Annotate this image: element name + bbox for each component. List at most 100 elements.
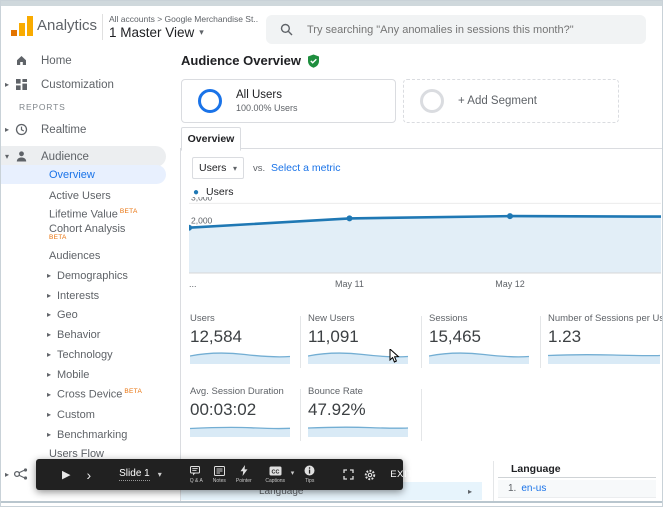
- metric-divider: [421, 389, 422, 441]
- chevron-down-icon: ▾: [199, 27, 204, 37]
- metric-card-sessions[interactable]: Sessions 15,465: [429, 313, 537, 364]
- sidebar-item-technology[interactable]: ▸ Technology: [1, 344, 166, 365]
- segment-detail: 100.00% Users: [236, 103, 298, 113]
- qa-button[interactable]: Q & A: [190, 465, 203, 484]
- sidebar-item-realtime[interactable]: ▸ Realtime: [1, 119, 166, 140]
- sidebar-item-audience[interactable]: ▾ Audience: [1, 146, 166, 167]
- metric-card-bounce-rate[interactable]: Bounce Rate 47.92%: [308, 386, 416, 437]
- chevron-right-icon: ▸: [47, 430, 52, 439]
- add-segment-label: + Add Segment: [458, 95, 537, 107]
- view-selector[interactable]: 1 Master View ▾: [109, 25, 204, 40]
- select-metric-link[interactable]: Select a metric: [271, 162, 340, 174]
- notes-button[interactable]: Notes: [213, 465, 226, 484]
- sidebar-item-geo[interactable]: ▸ Geo: [1, 304, 166, 325]
- sidebar-item-custom[interactable]: ▸ Custom: [1, 404, 166, 425]
- fullscreen-button[interactable]: [343, 469, 354, 480]
- tips-button[interactable]: Tips: [304, 465, 315, 484]
- window-bottom-edge: [1, 501, 662, 503]
- gear-icon: [365, 469, 376, 480]
- chevron-right-icon: ▸: [47, 310, 52, 319]
- next-slide-button[interactable]: ›: [86, 468, 91, 482]
- sidebar-item-audiences[interactable]: Audiences: [1, 245, 166, 266]
- page-title: Audience Overview: [181, 53, 320, 68]
- chevron-down-icon: ▾: [290, 469, 295, 477]
- app-header: Analytics All accounts > Google Merchand…: [1, 6, 662, 48]
- product-name: Analytics: [37, 17, 98, 34]
- svg-text:CC: CC: [271, 469, 279, 475]
- users-timeline-chart[interactable]: 1,0002,0003,000 ...May 11May 12: [189, 197, 661, 293]
- search-input[interactable]: [305, 22, 639, 37]
- language-value-link[interactable]: en-us: [521, 483, 546, 494]
- add-segment-button[interactable]: + Add Segment: [403, 79, 619, 123]
- sidebar-item-mobile[interactable]: ▸ Mobile: [1, 364, 166, 385]
- logo-bar: [19, 23, 25, 36]
- analytics-logo-icon[interactable]: [11, 14, 33, 36]
- chevron-down-icon: ▾: [232, 163, 237, 173]
- logo-bar: [11, 30, 17, 36]
- sidebar-item-active-users[interactable]: Active Users: [1, 185, 166, 206]
- sidebar-item-overview[interactable]: Overview: [1, 165, 166, 184]
- metric-divider: [300, 316, 301, 368]
- settings-button[interactable]: [364, 469, 376, 481]
- overview-card: Users ▾ vs. Select a metric ● Users 1,00…: [180, 148, 662, 501]
- tab-overview[interactable]: Overview: [181, 127, 241, 151]
- table-row[interactable]: 1. en-us: [498, 480, 656, 498]
- customization-icon: [16, 79, 27, 90]
- x-axis-label: ...: [189, 279, 197, 289]
- pointer-button[interactable]: Pointer: [236, 465, 252, 484]
- search-icon: [280, 23, 293, 36]
- sidebar-item-behavior[interactable]: ▸ Behavior: [1, 324, 166, 345]
- beta-badge: BETA: [119, 208, 138, 216]
- sidebar: Home ▸ Customization REPORTS ▸ Realtime …: [1, 47, 166, 503]
- sidebar-item-customization[interactable]: ▸ Customization: [1, 74, 166, 95]
- svg-text:3,000: 3,000: [191, 197, 213, 202]
- metric-divider: [421, 316, 422, 368]
- exit-button[interactable]: EXIT: [390, 469, 413, 480]
- metric-card-avg-session-duration[interactable]: Avg. Session Duration 00:03:02: [190, 386, 298, 437]
- captions-button[interactable]: CC Captions ▾: [262, 466, 295, 484]
- slide-selector[interactable]: Slide 1 ▾: [119, 468, 162, 481]
- sidebar-item-benchmarking[interactable]: ▸ Benchmarking: [1, 424, 166, 445]
- view-name: 1 Master View: [109, 25, 195, 40]
- language-table-header: Language: [511, 463, 561, 475]
- sidebar-item-demographics[interactable]: ▸ Demographics: [1, 265, 166, 286]
- sidebar-item-interests[interactable]: ▸ Interests: [1, 285, 166, 306]
- chevron-right-icon: ▸: [47, 330, 52, 339]
- breadcrumb[interactable]: All accounts > Google Merchandise St..: [109, 14, 258, 24]
- metric-dropdown[interactable]: Users ▾: [192, 157, 244, 179]
- chart-plot: 1,0002,0003,000: [189, 197, 661, 274]
- chevron-right-icon: ▸: [5, 125, 10, 134]
- segment-all-users[interactable]: All Users 100.00% Users: [181, 79, 396, 123]
- metric-card-sessions-per-user[interactable]: Number of Sessions per Us 1.23: [548, 313, 662, 364]
- notes-icon: [213, 465, 225, 476]
- chevron-right-icon: ▸: [47, 390, 52, 399]
- metric-card-users[interactable]: Users 12,584: [190, 313, 298, 364]
- segment-ring-icon: [420, 89, 444, 113]
- sparkline: [548, 354, 660, 364]
- x-axis-label: May 12: [495, 279, 525, 289]
- svg-text:2,000: 2,000: [191, 216, 213, 226]
- analytics-window: Analytics All accounts > Google Merchand…: [0, 0, 663, 507]
- beta-badge: BETA: [49, 234, 67, 241]
- search-bar[interactable]: [266, 15, 646, 44]
- chevron-right-icon: ▸: [47, 370, 52, 379]
- chevron-right-icon: ▸: [47, 291, 52, 300]
- chart-x-axis: ... May 11 May 12: [189, 277, 661, 291]
- verified-shield-icon: [307, 54, 319, 68]
- presenter-toolbar: ▶ › Slide 1 ▾ Q & A Notes Pointer CC Cap…: [36, 459, 413, 490]
- realtime-clock-icon: [15, 123, 28, 136]
- qa-chat-icon: [190, 465, 201, 475]
- play-button[interactable]: ▶: [62, 468, 70, 481]
- x-axis-label: May 11: [335, 279, 364, 289]
- mouse-cursor: [389, 349, 400, 363]
- laser-pointer-icon: [240, 465, 248, 476]
- chevron-right-icon: ▸: [5, 469, 10, 479]
- attribution-icon: [13, 468, 28, 480]
- sidebar-attribution-link[interactable]: ▸: [5, 467, 29, 481]
- sidebar-item-cross-device[interactable]: ▸ Cross Device BETA: [1, 384, 166, 405]
- segment-name: All Users: [236, 89, 283, 101]
- tips-info-icon: [304, 465, 315, 476]
- chevron-right-icon: ▸: [47, 271, 52, 280]
- sidebar-item-home[interactable]: Home: [1, 50, 166, 71]
- chevron-down-icon: ▾: [157, 470, 162, 479]
